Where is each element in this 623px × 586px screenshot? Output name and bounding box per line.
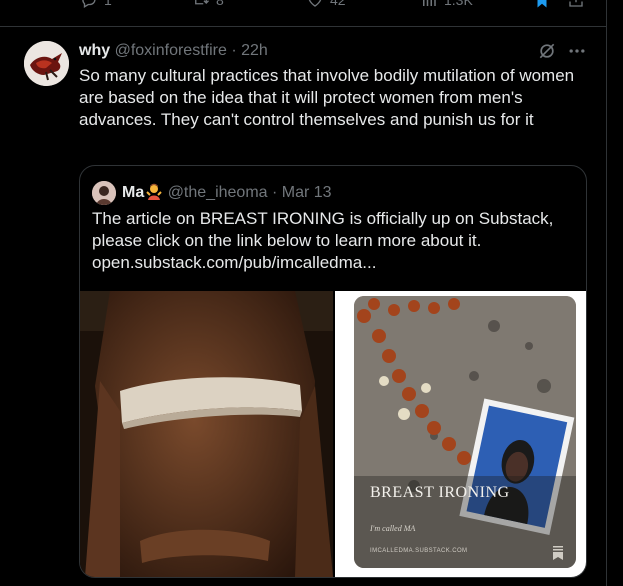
previous-post-action-bar: 1 8 42 1.3K — [0, 0, 606, 27]
post-text: So many cultural practices that involve … — [79, 66, 575, 129]
handle[interactable]: @foxinforestfire — [115, 42, 227, 59]
post-header: why @foxinforestfire · 22h — [79, 41, 268, 61]
dot-separator: · — [231, 42, 237, 59]
quoted-post-header: Ma @the_iheoma · Mar 13 — [122, 182, 332, 203]
quoted-handle[interactable]: @the_iheoma — [168, 184, 268, 201]
bookmark-button[interactable] — [533, 0, 551, 9]
quoted-dot-separator: · — [272, 184, 278, 201]
photo-left-image — [80, 291, 333, 577]
quoted-timestamp[interactable]: Mar 13 — [282, 184, 332, 201]
avatar-bird-image — [24, 41, 69, 86]
heart-icon — [308, 0, 322, 7]
more-options-icon[interactable] — [567, 41, 587, 61]
share-button[interactable] — [567, 0, 585, 9]
timestamp[interactable]: 22h — [241, 42, 268, 59]
analytics-icon — [423, 0, 436, 6]
repost-icon — [195, 0, 209, 5]
display-name[interactable]: why — [79, 42, 110, 59]
cover-url: IMCALLEDMA.SUBSTACK.COM — [370, 548, 468, 554]
bookmark-stack-icon — [553, 546, 563, 560]
photo-left[interactable] — [80, 291, 333, 577]
reply-count: 1 — [104, 0, 112, 8]
repost-count: 8 — [216, 0, 224, 8]
quoted-link[interactable]: open.substack.com/pub/imcalledma... — [92, 252, 574, 274]
post[interactable]: why @foxinforestfire · 22h So many cultu… — [0, 27, 606, 586]
quoted-post-text: The article on BREAST IRONING is officia… — [92, 208, 574, 274]
cover-subtitle: I'm called MA — [370, 524, 416, 533]
timeline-column: 1 8 42 1.3K why @foxinforestfire · 22h S… — [0, 0, 607, 586]
quoted-text-line-1: The article on BREAST IRONING is officia… — [92, 209, 554, 228]
quoted-text-line-2: please click on the link below to learn … — [92, 231, 482, 250]
person-gesturing-emoji-icon — [146, 183, 162, 200]
views-button[interactable]: 1.3K — [420, 0, 473, 9]
repost-button[interactable]: 8 — [192, 0, 224, 9]
media-grid: BREAST IRONING I'm called MA IMCALLEDMA.… — [80, 291, 586, 577]
quoted-display-name[interactable]: Ma — [122, 184, 144, 201]
quoted-avatar-image — [92, 181, 116, 205]
quoted-avatar[interactable] — [92, 181, 116, 205]
article-cover: BREAST IRONING I'm called MA IMCALLEDMA.… — [354, 296, 576, 568]
view-count: 1.3K — [444, 0, 473, 8]
share-icon — [569, 0, 583, 7]
cover-title: BREAST IRONING — [370, 484, 510, 501]
reply-button[interactable]: 1 — [80, 0, 112, 9]
reply-icon — [82, 0, 96, 8]
quoted-post[interactable]: Ma @the_iheoma · Mar 13 The article on B… — [79, 165, 587, 578]
photo-right[interactable]: BREAST IRONING I'm called MA IMCALLEDMA.… — [335, 291, 586, 577]
like-count: 42 — [330, 0, 346, 8]
avatar[interactable] — [24, 41, 69, 86]
like-button[interactable]: 42 — [306, 0, 346, 9]
bookmark-filled-icon — [537, 0, 547, 8]
grok-icon[interactable] — [537, 41, 557, 61]
